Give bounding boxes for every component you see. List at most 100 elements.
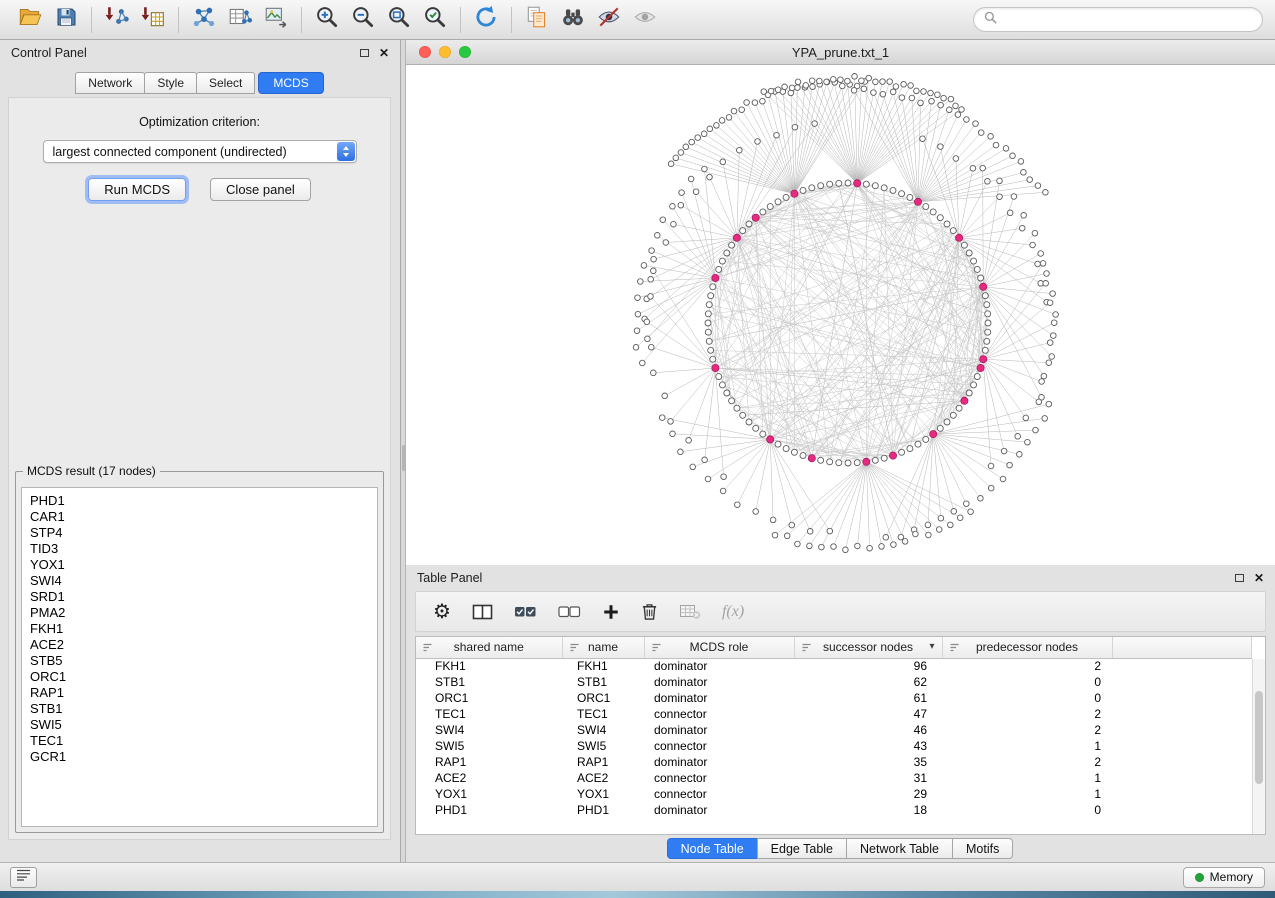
table-row[interactable]: RAP1RAP1dominator352 xyxy=(416,754,1252,770)
column-header-shared-name[interactable]: shared name xyxy=(416,637,562,658)
criterion-select[interactable]: largest connected component (undirected) xyxy=(43,140,357,163)
tab-style[interactable]: Style xyxy=(144,72,197,94)
tab-network[interactable]: Network xyxy=(75,72,145,94)
mcds-result-item[interactable]: GCR1 xyxy=(22,749,377,765)
zoom-in-button[interactable] xyxy=(309,4,345,36)
mcds-result-item[interactable]: ACE2 xyxy=(22,637,377,653)
float-panel-icon[interactable] xyxy=(1235,574,1244,582)
network-canvas[interactable] xyxy=(406,65,1275,565)
table-row[interactable]: TEC1TEC1connector472 xyxy=(416,706,1252,722)
hide-selected-button[interactable] xyxy=(591,4,627,36)
optimization-criterion-label: Optimization criterion: xyxy=(9,115,390,129)
mcds-result-item[interactable]: SWI5 xyxy=(22,717,377,733)
close-panel-icon[interactable]: ✕ xyxy=(379,47,389,59)
tab-node-table[interactable]: Node Table xyxy=(667,838,758,859)
network-view-window: YPA_prune.txt_1 xyxy=(406,40,1275,565)
new-network-button[interactable] xyxy=(186,4,222,36)
eye-slash-icon xyxy=(596,4,622,35)
table-row[interactable]: SWI5SWI5connector431 xyxy=(416,738,1252,754)
memory-button[interactable]: Memory xyxy=(1183,867,1265,888)
export-image-button[interactable] xyxy=(258,4,294,36)
tab-select[interactable]: Select xyxy=(196,72,255,94)
mcds-result-item[interactable]: STP4 xyxy=(22,525,377,541)
select-all-icon[interactable] xyxy=(514,605,537,619)
mcds-result-item[interactable]: ORC1 xyxy=(22,669,377,685)
float-panel-icon[interactable] xyxy=(360,49,369,57)
mcds-result-item[interactable]: CAR1 xyxy=(22,509,377,525)
mcds-result-item[interactable]: FKH1 xyxy=(22,621,377,637)
refresh-icon xyxy=(473,4,499,35)
close-panel-icon[interactable]: ✕ xyxy=(1254,572,1264,584)
mcds-result-item[interactable]: YOX1 xyxy=(22,557,377,573)
tab-edge-table[interactable]: Edge Table xyxy=(757,838,847,859)
search-input[interactable] xyxy=(1003,13,1252,27)
mcds-result-item[interactable]: TEC1 xyxy=(22,733,377,749)
toolbar-separator xyxy=(301,7,302,33)
table-panel-title: Table Panel xyxy=(417,571,482,585)
column-header-name[interactable]: name xyxy=(562,637,644,658)
window-maximize-icon[interactable] xyxy=(459,46,471,58)
import-table-button[interactable] xyxy=(135,4,171,36)
desktop-background xyxy=(0,891,1275,898)
zoom-selected-button[interactable] xyxy=(417,4,453,36)
split-table-icon[interactable] xyxy=(472,603,493,621)
import-network-button[interactable] xyxy=(99,4,135,36)
control-panel-header: Control Panel ✕ xyxy=(0,40,400,65)
list-menu-icon xyxy=(16,868,31,886)
zoom-out-button[interactable] xyxy=(345,4,381,36)
mcds-result-item[interactable]: SWI4 xyxy=(22,573,377,589)
control-panel-tabs: NetworkStyleSelectMCDS xyxy=(0,72,400,94)
table-settings-icon[interactable]: ⚙ xyxy=(433,602,451,622)
table-row[interactable]: ACE2ACE2connector311 xyxy=(416,770,1252,786)
close-panel-button[interactable]: Close panel xyxy=(210,178,311,201)
add-entry-icon[interactable] xyxy=(602,603,620,621)
show-all-button[interactable] xyxy=(627,4,663,36)
memory-status-icon xyxy=(1195,873,1204,882)
table-row[interactable]: YOX1YOX1connector291 xyxy=(416,786,1252,802)
table-panel-tabs: Node TableEdge TableNetwork TableMotifs xyxy=(406,838,1275,859)
zoom-out-icon xyxy=(350,4,376,35)
select-stepper-icon xyxy=(337,142,355,161)
scrollbar-thumb[interactable] xyxy=(1255,691,1263,784)
window-minimize-icon[interactable] xyxy=(439,46,451,58)
table-scrollbar[interactable] xyxy=(1252,659,1265,834)
column-header-predecessor-nodes[interactable]: predecessor nodes xyxy=(942,637,1112,658)
find-button[interactable] xyxy=(555,4,591,36)
chevron-down-icon[interactable]: ▾ xyxy=(929,641,934,652)
table-row[interactable]: SWI4SWI4dominator462 xyxy=(416,722,1252,738)
mcds-result-list[interactable]: PHD1CAR1STP4TID3YOX1SWI4SRD1PMA2FKH1ACE2… xyxy=(21,487,378,827)
open-session-button[interactable] xyxy=(12,4,48,36)
search-icon xyxy=(984,11,997,29)
status-bar: Memory xyxy=(0,862,1275,891)
table-row[interactable]: STB1STB1dominator620 xyxy=(416,674,1252,690)
mcds-result-item[interactable]: PHD1 xyxy=(22,493,377,509)
deselect-all-icon[interactable] xyxy=(558,605,581,619)
mcds-result-item[interactable]: TID3 xyxy=(22,541,377,557)
search-box[interactable] xyxy=(973,7,1263,32)
status-menu-button[interactable] xyxy=(10,867,37,888)
column-header-successor-nodes[interactable]: successor nodes▾ xyxy=(794,637,942,658)
mcds-result-item[interactable]: PMA2 xyxy=(22,605,377,621)
tab-motifs[interactable]: Motifs xyxy=(952,838,1013,859)
table-row[interactable]: PHD1PHD1dominator180 xyxy=(416,802,1252,818)
refresh-view-button[interactable] xyxy=(468,4,504,36)
delete-entries-icon[interactable] xyxy=(641,602,658,621)
new-table-button[interactable] xyxy=(222,4,258,36)
mcds-result-item[interactable]: SRD1 xyxy=(22,589,377,605)
run-mcds-button[interactable]: Run MCDS xyxy=(88,178,186,201)
table-row[interactable]: FKH1FKH1dominator962 xyxy=(416,658,1252,674)
copy-style-button[interactable] xyxy=(519,4,555,36)
save-session-button[interactable] xyxy=(48,4,84,36)
zoom-fit-button[interactable] xyxy=(381,4,417,36)
mcds-result-item[interactable]: STB5 xyxy=(22,653,377,669)
mcds-result-item[interactable]: RAP1 xyxy=(22,685,377,701)
network-titlebar: YPA_prune.txt_1 xyxy=(406,40,1275,65)
column-header-MCDS-role[interactable]: MCDS role xyxy=(644,637,794,658)
window-close-icon[interactable] xyxy=(419,46,431,58)
tab-mcds[interactable]: MCDS xyxy=(258,72,323,94)
node-table[interactable]: shared namenameMCDS rolesuccessor nodes▾… xyxy=(416,637,1252,818)
table-row[interactable]: ORC1ORC1dominator610 xyxy=(416,690,1252,706)
copy-document-icon xyxy=(524,4,550,35)
mcds-result-item[interactable]: STB1 xyxy=(22,701,377,717)
tab-network-table[interactable]: Network Table xyxy=(846,838,953,859)
